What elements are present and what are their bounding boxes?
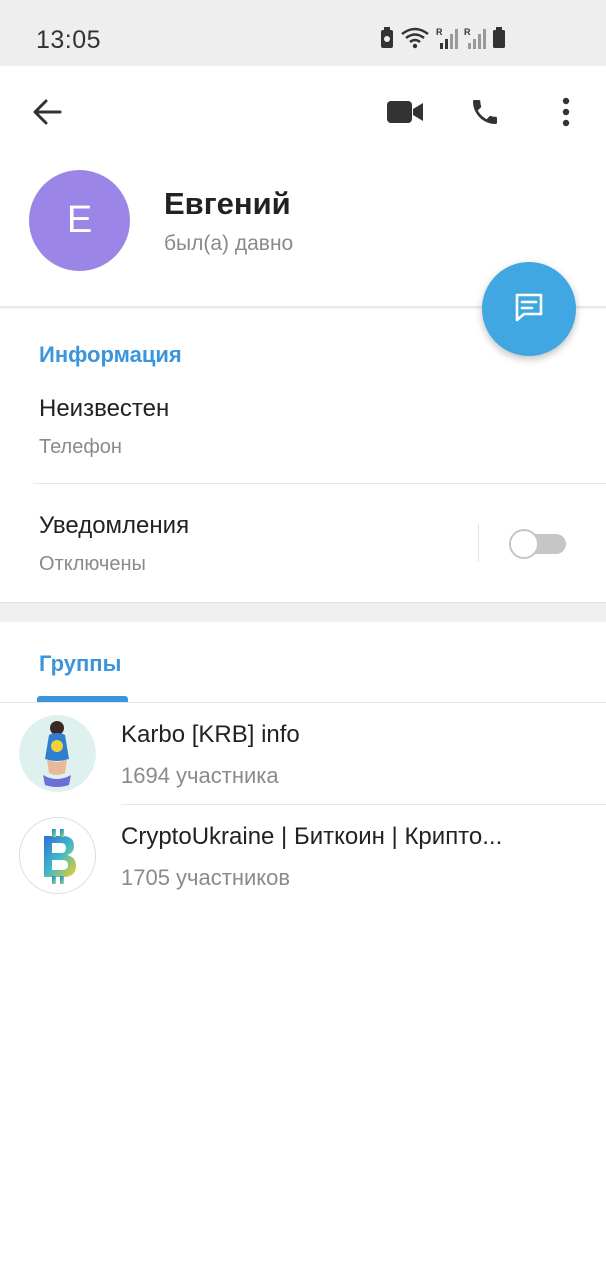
signal-icon: R bbox=[436, 27, 458, 54]
avatar-letter: Е bbox=[66, 199, 93, 241]
phone-label: Телефон bbox=[39, 436, 122, 458]
group-members: 1694 участника bbox=[121, 763, 279, 788]
list-item[interactable]: Karbo [KRB] info 1694 участника bbox=[0, 703, 606, 803]
back-button[interactable] bbox=[23, 90, 71, 138]
more-vert-icon bbox=[562, 97, 570, 132]
group-name: Karbo [KRB] info bbox=[121, 721, 300, 748]
section-gap bbox=[0, 602, 606, 622]
battery-icon bbox=[492, 26, 506, 54]
back-arrow-icon bbox=[32, 99, 62, 130]
status-time: 13:05 bbox=[36, 26, 102, 54]
avatar[interactable]: Е bbox=[29, 170, 130, 271]
svg-text:R: R bbox=[436, 27, 443, 37]
group-avatar bbox=[19, 715, 96, 792]
profile-name: Евгений bbox=[164, 186, 291, 221]
list-item[interactable]: CryptoUkraine | Биткоин | Крипто... 1705… bbox=[0, 805, 606, 905]
divider bbox=[478, 524, 479, 562]
svg-text:R: R bbox=[464, 27, 471, 37]
signal-icon: R bbox=[464, 27, 486, 54]
video-call-button[interactable] bbox=[381, 90, 429, 138]
send-message-button[interactable] bbox=[482, 262, 576, 356]
status-bar: 13:05 R R bbox=[0, 0, 606, 66]
tab-groups[interactable]: Группы bbox=[39, 651, 121, 677]
group-members: 1705 участников bbox=[121, 865, 291, 890]
call-button[interactable] bbox=[461, 90, 509, 138]
phone-icon bbox=[469, 96, 501, 133]
more-options-button[interactable] bbox=[542, 90, 590, 138]
toolbar bbox=[0, 66, 606, 162]
notifications-toggle[interactable] bbox=[509, 529, 566, 559]
info-section-title: Информация bbox=[39, 342, 182, 367]
last-seen-status: был(а) давно bbox=[164, 232, 294, 255]
phone-value: Неизвестен bbox=[39, 395, 170, 422]
wifi-icon bbox=[400, 27, 430, 54]
video-camera-icon bbox=[386, 99, 424, 130]
group-avatar bbox=[19, 817, 96, 894]
message-icon bbox=[511, 289, 547, 330]
notifications-label: Отключены bbox=[39, 553, 146, 575]
group-name: CryptoUkraine | Биткоин | Крипто... bbox=[121, 823, 503, 850]
notifications-value: Уведомления bbox=[39, 512, 190, 539]
toggle-knob bbox=[509, 529, 539, 559]
battery-saver-icon bbox=[380, 26, 394, 54]
divider bbox=[33, 483, 606, 484]
status-icons: R R bbox=[380, 26, 506, 54]
